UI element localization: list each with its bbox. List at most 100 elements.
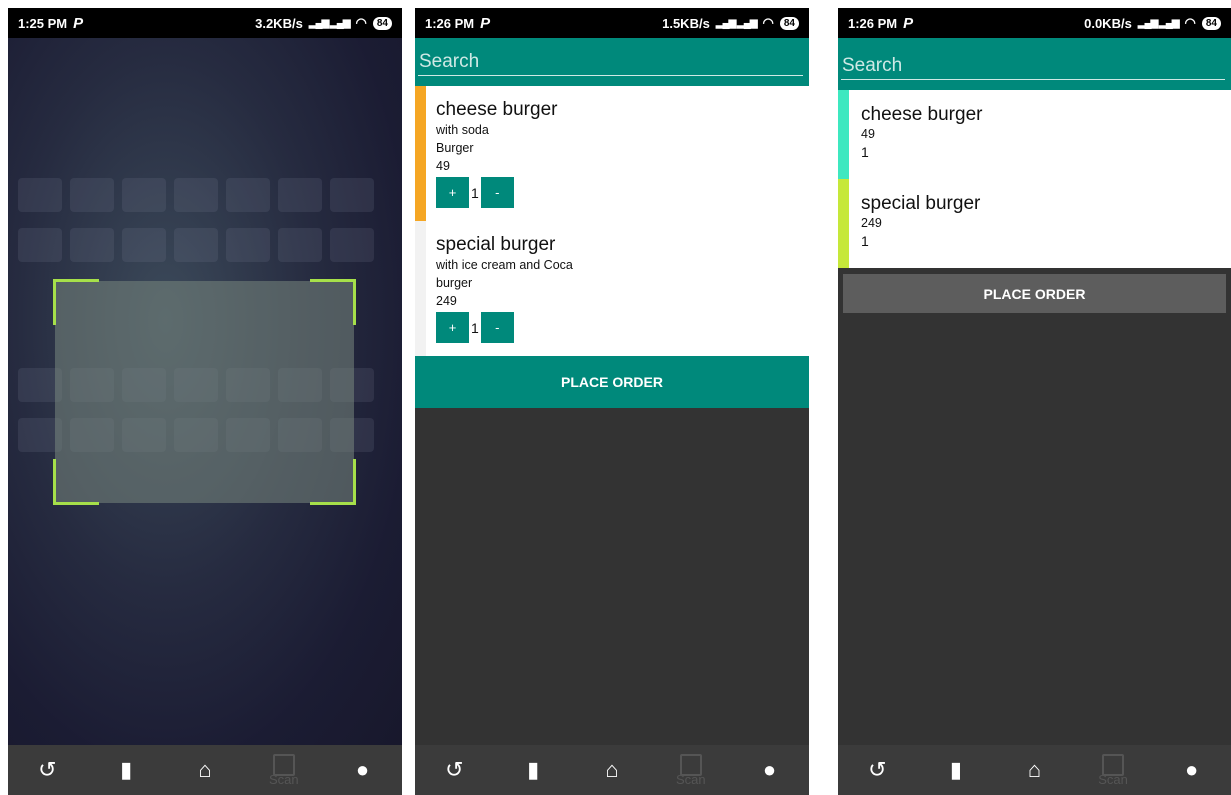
scanner-screen: 1:25 PM P 3.2KB/s ▂▄▆ ▂▄▆ ◠ 84 ↺ ▮ ⌂ Sca… xyxy=(8,8,402,795)
item-price: 249 xyxy=(436,294,457,308)
nav-scan-label: Scan xyxy=(675,771,706,787)
scan-frame-corner xyxy=(53,279,99,325)
battery-badge: 84 xyxy=(779,16,799,30)
nav-scan-label: Scan xyxy=(1098,771,1128,787)
quantity-stepper: + 1 - xyxy=(436,312,809,343)
item-category: burger xyxy=(436,276,473,290)
nav-home[interactable]: ⌂ xyxy=(180,745,230,795)
item-accent-bar xyxy=(415,221,426,356)
menu-list: cheese burger with soda Burger 49 + 1 - … xyxy=(415,86,809,356)
quantity-stepper: + 1 - xyxy=(436,177,809,208)
item-name: cheese burger xyxy=(861,104,983,125)
signal-icon: ▂▄▆ ▂▄▆ xyxy=(1137,17,1180,29)
place-order-button[interactable]: PLACE ORDER xyxy=(843,274,1226,313)
history-icon: ↺ xyxy=(38,757,57,782)
decrease-qty-button[interactable]: - xyxy=(480,312,514,343)
search-header xyxy=(838,38,1231,90)
search-input[interactable] xyxy=(418,48,803,76)
nav-home[interactable]: ⌂ xyxy=(1009,745,1059,795)
book-icon: ▮ xyxy=(949,757,962,782)
menu-screen: 1:26 PM P 1.5KB/s ▂▄▆ ▂▄▆ ◠ 84 cheese bu… xyxy=(415,8,809,795)
menu-item[interactable]: cheese burger with soda Burger 49 + 1 - xyxy=(415,86,809,221)
bottom-navigation: ↺ ▮ ⌂ Scan ● xyxy=(415,745,809,795)
search-input[interactable] xyxy=(841,52,1225,80)
item-category: Burger xyxy=(436,141,474,155)
bottom-navigation: ↺ ▮ ⌂ Scan ● xyxy=(838,745,1231,795)
app-notification-icon: P xyxy=(903,14,914,32)
keyboard-row xyxy=(8,178,402,214)
scan-frame-corner xyxy=(53,459,99,505)
item-description: with ice cream and Coca xyxy=(436,258,573,272)
status-time: 1:26 PM xyxy=(425,15,475,31)
status-time: 1:25 PM xyxy=(18,15,68,31)
bottom-navigation: ↺ ▮ ⌂ Scan ● xyxy=(8,745,402,795)
quantity-value: 1 xyxy=(471,319,479,336)
item-name: cheese burger xyxy=(436,99,558,120)
keyboard-row xyxy=(8,228,402,264)
network-speed: 0.0KB/s xyxy=(1084,15,1132,31)
item-price: 49 xyxy=(861,127,875,141)
cart-item[interactable]: special burger 249 1 xyxy=(838,179,1231,268)
status-bar: 1:26 PM P 1.5KB/s ▂▄▆ ▂▄▆ ◠ 84 xyxy=(415,8,809,38)
nav-scan-label: Scan xyxy=(268,771,299,787)
status-time: 1:26 PM xyxy=(848,15,898,31)
status-bar: 1:26 PM P 0.0KB/s ▂▄▆ ▂▄▆ ◠ 84 xyxy=(838,8,1231,38)
nav-profile[interactable]: ● xyxy=(1167,745,1217,795)
signal-icon: ▂▄▆ ▂▄▆ xyxy=(715,17,758,29)
history-icon: ↺ xyxy=(868,757,887,782)
cart-item[interactable]: cheese burger 49 1 xyxy=(838,90,1231,179)
scan-frame-corner xyxy=(310,459,356,505)
cart-screen: 1:26 PM P 0.0KB/s ▂▄▆ ▂▄▆ ◠ 84 cheese bu… xyxy=(838,8,1231,795)
nav-home[interactable]: ⌂ xyxy=(587,745,637,795)
decrease-qty-button[interactable]: - xyxy=(480,177,514,208)
home-icon: ⌂ xyxy=(1027,757,1042,782)
nav-menu[interactable]: ▮ xyxy=(101,745,151,795)
account-circle-icon: ● xyxy=(1185,757,1199,782)
camera-preview[interactable] xyxy=(8,38,402,745)
network-speed: 3.2KB/s xyxy=(255,15,303,31)
item-quantity: 1 xyxy=(861,233,869,249)
book-icon: ▮ xyxy=(527,757,540,782)
app-notification-icon: P xyxy=(73,14,84,32)
item-accent-bar xyxy=(415,86,426,221)
search-header xyxy=(415,38,809,86)
book-icon: ▮ xyxy=(120,757,133,782)
wifi-icon: ◠ xyxy=(1184,15,1196,30)
nav-profile[interactable]: ● xyxy=(338,745,388,795)
network-speed: 1.5KB/s xyxy=(662,15,710,31)
nav-scan[interactable]: Scan xyxy=(666,745,716,795)
nav-history[interactable]: ↺ xyxy=(852,745,902,795)
item-accent-bar xyxy=(838,90,849,179)
cart-list: cheese burger 49 1 special burger 249 1 xyxy=(838,90,1231,268)
status-bar: 1:25 PM P 3.2KB/s ▂▄▆ ▂▄▆ ◠ 84 xyxy=(8,8,402,38)
account-circle-icon: ● xyxy=(355,757,370,782)
app-notification-icon: P xyxy=(480,14,491,32)
nav-scan[interactable]: Scan xyxy=(259,745,309,795)
scan-frame xyxy=(53,279,356,505)
nav-profile[interactable]: ● xyxy=(745,745,795,795)
item-price: 249 xyxy=(861,216,882,230)
place-order-button[interactable]: PLACE ORDER xyxy=(415,356,809,408)
nav-scan[interactable]: Scan xyxy=(1088,745,1138,795)
wifi-icon: ◠ xyxy=(762,15,774,30)
item-name: special burger xyxy=(436,234,556,255)
battery-badge: 84 xyxy=(1201,16,1221,30)
home-icon: ⌂ xyxy=(198,757,212,782)
item-name: special burger xyxy=(861,193,981,214)
battery-badge: 84 xyxy=(372,16,392,30)
menu-item[interactable]: special burger with ice cream and Coca b… xyxy=(415,221,809,356)
increase-qty-button[interactable]: + xyxy=(436,177,469,208)
nav-history[interactable]: ↺ xyxy=(429,745,479,795)
item-quantity: 1 xyxy=(861,144,869,160)
nav-menu[interactable]: ▮ xyxy=(931,745,981,795)
item-accent-bar xyxy=(838,179,849,268)
wifi-icon: ◠ xyxy=(355,15,367,30)
nav-history[interactable]: ↺ xyxy=(22,745,72,795)
history-icon: ↺ xyxy=(445,757,464,782)
scan-frame-corner xyxy=(310,279,356,325)
increase-qty-button[interactable]: + xyxy=(436,312,469,343)
nav-menu[interactable]: ▮ xyxy=(508,745,558,795)
home-icon: ⌂ xyxy=(605,757,619,782)
account-circle-icon: ● xyxy=(762,757,777,782)
quantity-value: 1 xyxy=(471,184,479,201)
